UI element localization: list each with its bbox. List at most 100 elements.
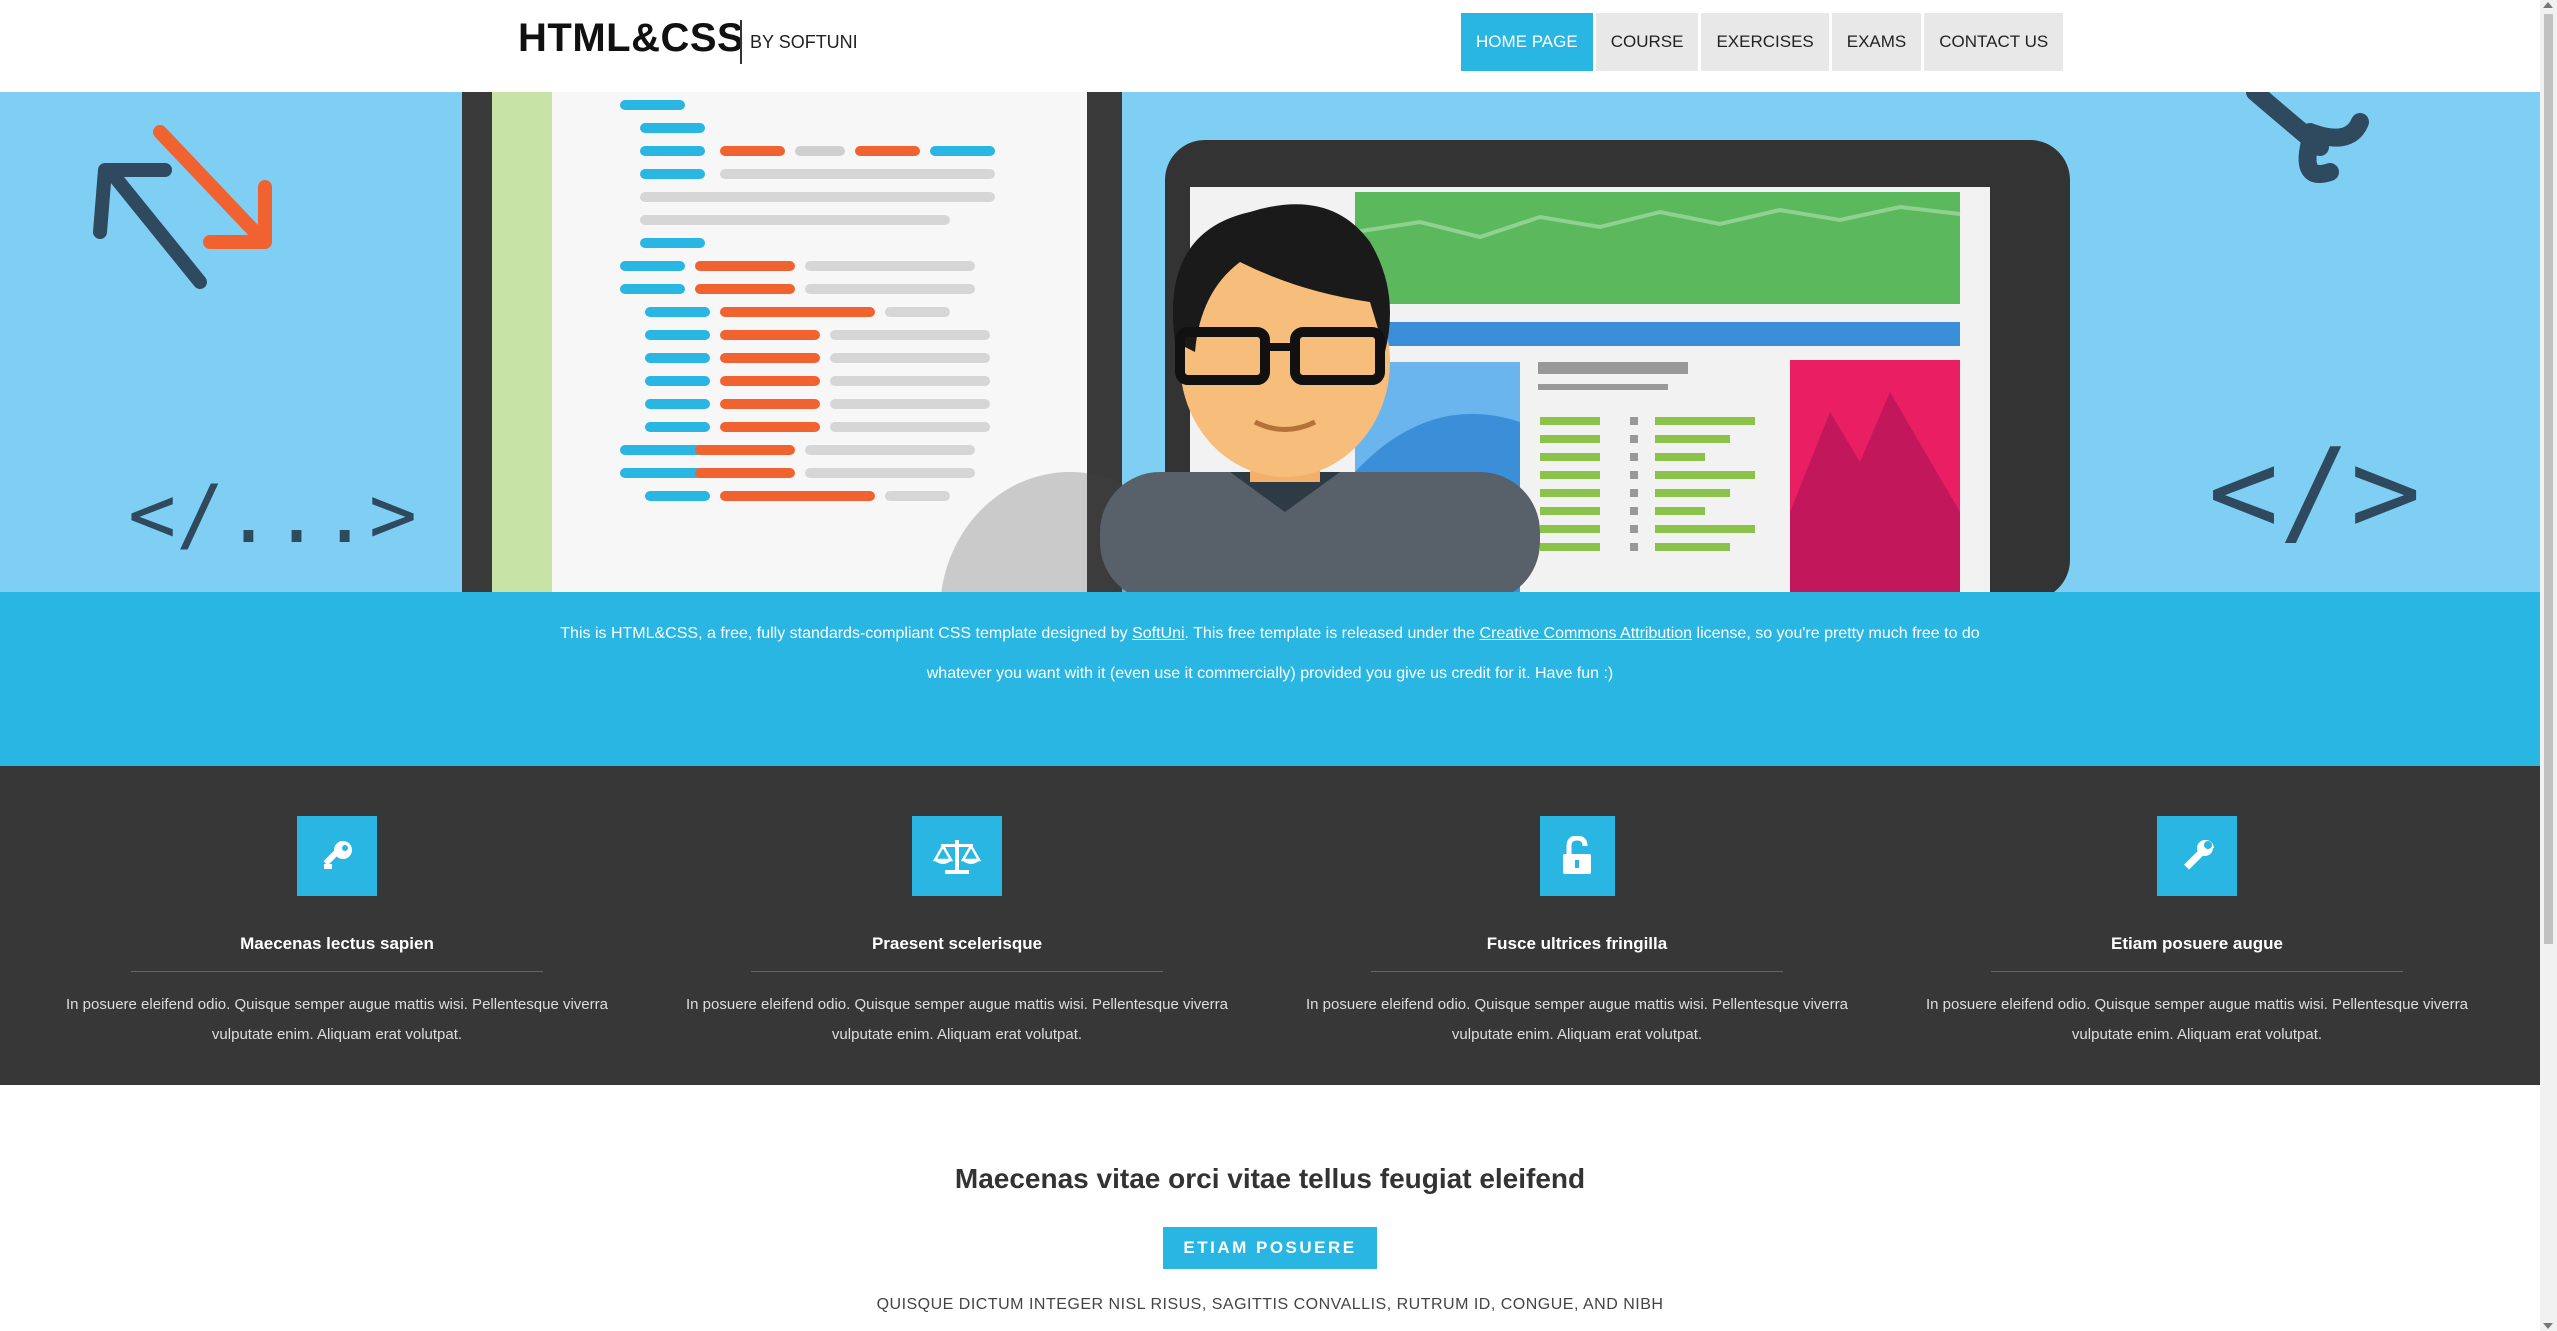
nav-contact-us[interactable]: CONTACT US — [1924, 13, 2064, 71]
code-line — [620, 468, 705, 478]
code-line — [645, 422, 710, 432]
nav-exercises[interactable]: EXERCISES — [1701, 13, 1829, 71]
feature-divider — [131, 971, 543, 972]
hero-illustration: </...> </> — [93, 92, 2421, 592]
code-line — [720, 491, 875, 501]
code-line — [640, 215, 950, 225]
section-subtitle: QUISQUE DICTUM INTEGER NISL RISUS, SAGIT… — [876, 1296, 1664, 1313]
feature-title: Praesent scelerisque — [871, 934, 1043, 953]
features-section: Maecenas lectus sapien In posuere eleife… — [0, 766, 2540, 1085]
table-line — [1540, 507, 1600, 515]
feature-divider — [1371, 971, 1783, 972]
code-line — [620, 100, 685, 110]
unlock-icon — [1539, 816, 1615, 896]
table-line — [1655, 489, 1730, 497]
link-icon — [2246, 92, 2369, 183]
code-line — [720, 146, 785, 156]
table-line — [1630, 525, 1638, 533]
feature-title: Maecenas lectus sapien — [240, 934, 434, 953]
nav-exams[interactable]: EXAMS — [1831, 13, 1922, 71]
scroll-up-icon[interactable] — [2543, 2, 2553, 8]
table-line — [1630, 543, 1638, 551]
site-logo[interactable]: HTML&CSS — [518, 16, 744, 61]
table-line — [1540, 417, 1600, 425]
right-code-tag: </> — [2208, 422, 2421, 560]
code-line — [720, 422, 820, 432]
left-code-tag: </...> — [128, 468, 417, 561]
table-line — [1630, 489, 1638, 497]
feature-text: In posuere eleifend odio. Quisque semper… — [1926, 996, 2468, 1043]
code-line — [830, 330, 990, 340]
code-line — [805, 445, 975, 455]
code-line — [720, 169, 995, 179]
code-line — [645, 307, 710, 317]
creative-commons-link[interactable]: Creative Commons Attribution — [1480, 625, 1693, 642]
code-line — [720, 376, 820, 386]
hero-banner: </...> </> — [0, 92, 2540, 592]
table-line — [1540, 525, 1600, 533]
table-line — [1655, 471, 1755, 479]
scroll-thumb[interactable] — [2544, 14, 2553, 944]
code-line — [720, 353, 820, 363]
code-line — [640, 192, 995, 202]
content-section: Maecenas vitae orci vitae tellus feugiat… — [0, 1085, 2540, 1331]
code-line — [695, 445, 795, 455]
table-line — [1630, 453, 1638, 461]
code-line — [930, 146, 995, 156]
nav-course[interactable]: COURSE — [1595, 13, 1699, 71]
code-line — [830, 399, 990, 409]
feature-title: Fusce ultrices fringilla — [1486, 934, 1668, 953]
code-line — [855, 146, 920, 156]
code-line — [620, 261, 685, 271]
feature-text: In posuere eleifend odio. Quisque semper… — [686, 996, 1228, 1043]
softuni-link[interactable]: SoftUni — [1132, 625, 1184, 642]
code-line — [805, 468, 975, 478]
nav-home-page[interactable]: HOME PAGE — [1461, 13, 1593, 71]
code-line — [795, 146, 845, 156]
code-line — [830, 353, 990, 363]
code-line — [805, 261, 975, 271]
feature-divider — [751, 971, 1163, 972]
table-line — [1630, 417, 1638, 425]
intro-line-2: whatever you want with it (even use it c… — [926, 665, 1614, 682]
table-line — [1655, 417, 1755, 425]
logo-divider — [740, 20, 742, 64]
table-line — [1655, 507, 1705, 515]
intro-text: license, so you're pretty much free to d… — [1692, 625, 1980, 642]
code-line — [620, 284, 685, 294]
code-line — [885, 491, 950, 501]
code-line — [830, 376, 990, 386]
feature-card: Praesent scelerisque In posuere eleifend… — [647, 816, 1267, 1050]
feature-text: In posuere eleifend odio. Quisque semper… — [1306, 996, 1848, 1043]
table-line — [1540, 489, 1600, 497]
table-line — [1540, 435, 1600, 443]
code-line — [885, 307, 950, 317]
page-scrollbar[interactable] — [2540, 0, 2557, 1331]
code-line — [645, 399, 710, 409]
intro-line-1: This is HTML&CSS, a free, fully standard… — [0, 614, 2540, 654]
table-line — [1655, 525, 1755, 533]
code-line — [620, 445, 705, 455]
site-header: HTML&CSS BY SOFTUNI HOME PAGE COURSE EXE… — [0, 0, 2540, 92]
code-line — [640, 146, 705, 156]
table-line — [1630, 435, 1638, 443]
code-line — [830, 422, 990, 432]
feature-card: Etiam posuere augue In posuere eleifend … — [1887, 816, 2507, 1050]
table-line — [1655, 453, 1705, 461]
scroll-down-icon[interactable] — [2543, 1323, 2553, 1329]
code-line — [695, 284, 795, 294]
table-line — [1655, 435, 1730, 443]
balance-scale-icon — [912, 816, 1002, 896]
etiam-posuere-button[interactable]: ETIAM POSUERE — [1163, 1227, 1377, 1269]
feature-title: Etiam posuere augue — [2111, 934, 2283, 953]
feature-card: Fusce ultrices fringilla In posuere elei… — [1267, 816, 1887, 1050]
code-line — [720, 330, 820, 340]
feature-text: In posuere eleifend odio. Quisque semper… — [66, 996, 608, 1043]
code-line — [645, 376, 710, 386]
site-subtitle: BY SOFTUNI — [750, 32, 858, 52]
wrench-icon — [2157, 816, 2237, 896]
code-line — [805, 284, 975, 294]
feature-card: Maecenas lectus sapien In posuere eleife… — [27, 816, 647, 1050]
intro-band: This is HTML&CSS, a free, fully standard… — [0, 592, 2540, 766]
table-line — [1655, 543, 1730, 551]
